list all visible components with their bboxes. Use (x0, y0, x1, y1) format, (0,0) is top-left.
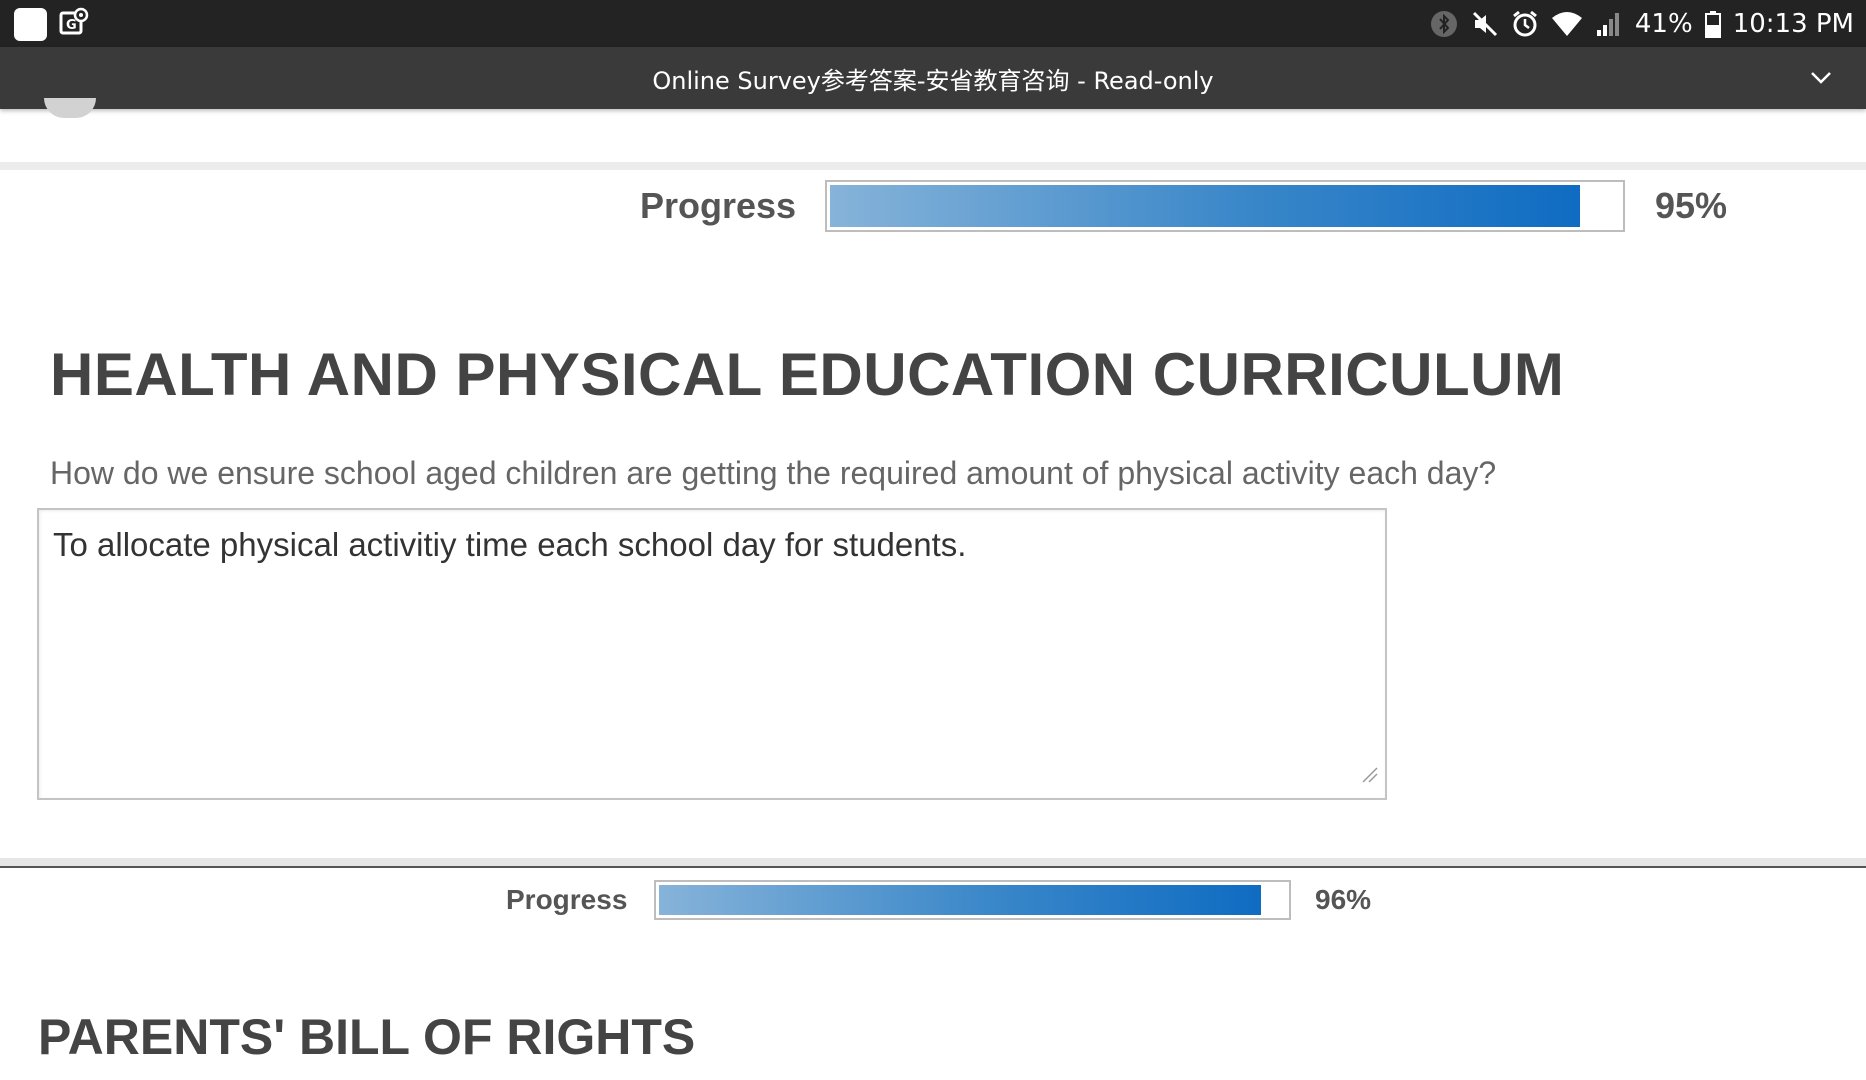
status-bar: G 41% 10:13 PM (0, 0, 1866, 47)
progress-bar (654, 880, 1291, 920)
mute-icon (1471, 10, 1499, 38)
battery-percent: 41% (1634, 8, 1693, 39)
logo-image (44, 98, 96, 118)
document-title-bar: Online Survey参考答案-安省教育咨询 - Read-only (0, 47, 1866, 109)
divider (0, 162, 1866, 170)
survey-page: G 41% 10:13 PM Online Survey参考答案-安省教育咨询 … (0, 0, 1866, 1080)
battery-icon (1704, 10, 1721, 38)
alarm-icon (1511, 10, 1539, 38)
progress-percent: 96% (1315, 884, 1372, 915)
signal-icon (1595, 10, 1623, 38)
document-title: Online Survey参考答案-安省教育咨询 - Read-only (652, 66, 1214, 95)
bluetooth-icon (1429, 9, 1459, 39)
answer-textarea[interactable]: To allocate physical activitiy time each… (37, 508, 1387, 800)
answer-text: To allocate physical activitiy time each… (53, 526, 967, 563)
status-right-icons: 41% 10:13 PM (1429, 0, 1854, 47)
progress-label: Progress (640, 185, 797, 226)
section-heading-health: HEALTH AND PHYSICAL EDUCATION CURRICULUM (50, 341, 1565, 408)
progress-bar-fill (830, 185, 1581, 227)
section-heading-parents-rights: PARENTS' BILL OF RIGHTS (38, 1009, 696, 1065)
progress-label: Progress (506, 884, 628, 915)
status-left-icons: G (14, 7, 89, 42)
question-label: How do we ensure school aged children ar… (50, 455, 1497, 491)
progress-bar-fill (659, 885, 1261, 915)
maps-location-icon: G (59, 7, 89, 42)
progress-indicator-bottom: Progress 96% (506, 880, 1371, 920)
progress-indicator-top: Progress 95% (640, 180, 1727, 232)
resize-handle-icon[interactable] (1359, 754, 1379, 792)
progress-percent: 95% (1655, 185, 1728, 226)
progress-bar (825, 180, 1625, 232)
svg-text:G: G (66, 18, 77, 33)
divider (0, 858, 1866, 866)
app-square-icon (14, 8, 47, 41)
divider (0, 866, 1866, 868)
chevron-down-icon[interactable] (1808, 64, 1834, 96)
wifi-icon (1551, 10, 1583, 38)
clock-time: 10:13 PM (1732, 8, 1854, 39)
